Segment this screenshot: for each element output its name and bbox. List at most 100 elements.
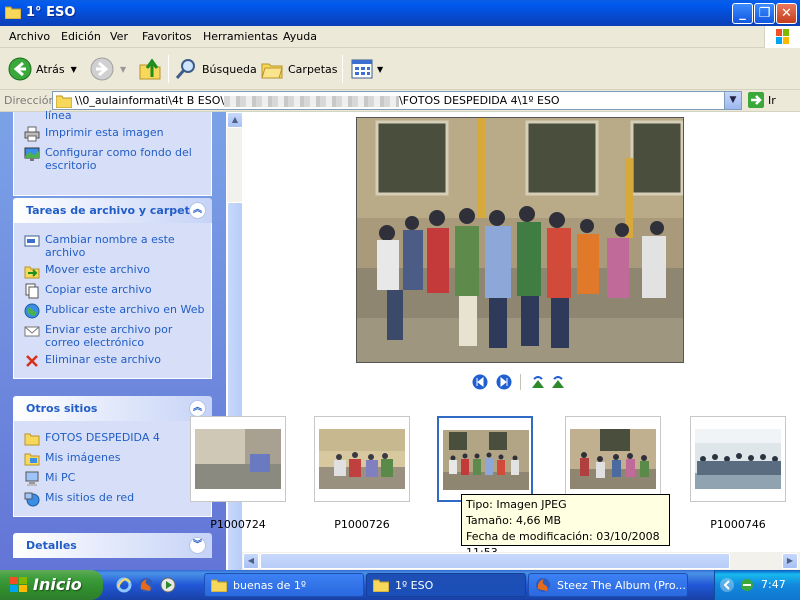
place-my-pictures[interactable]: Mis imágenes (24, 451, 205, 467)
scroll-up-icon[interactable]: ▲ (227, 112, 243, 128)
address-dropdown-icon[interactable]: ▼ (724, 92, 741, 109)
start-button[interactable]: Inicio (0, 570, 103, 600)
redacted-path (224, 95, 400, 107)
toolbar: Atrás ▼ ▼ Búsqueda Carpetas ▼ (0, 48, 800, 90)
firefox-icon[interactable] (138, 577, 154, 593)
address-path-start: \\0_aulainformati\4t B ESO\ (75, 94, 225, 107)
title-bar: 1° ESO _ ❐ ✕ (0, 0, 800, 26)
rotate-clockwise-icon[interactable] (530, 374, 546, 390)
firefox-icon (536, 578, 550, 592)
task-online-photos[interactable]: línea (24, 109, 205, 125)
place-my-computer[interactable]: Mi PC (24, 471, 205, 487)
other-places-panel: FOTOS DESPEDIDA 4 Mis imágenes Mi PC Mis… (13, 421, 212, 517)
clock[interactable]: 7:47 (761, 578, 786, 591)
media-player-icon[interactable] (160, 577, 176, 593)
scroll-left-icon[interactable]: ◀ (243, 553, 259, 569)
my-computer-icon (25, 471, 39, 486)
back-button[interactable]: Atrás ▼ (8, 54, 77, 84)
scroll-right-icon[interactable]: ▶ (782, 553, 798, 569)
details-header[interactable]: Detalles ︾ (13, 533, 212, 558)
task-delete[interactable]: Eliminar este archivo (24, 353, 205, 369)
folders-icon (261, 63, 283, 79)
folder-icon (373, 579, 389, 592)
menu-ver[interactable]: Ver (110, 30, 128, 43)
taskbar-task-firefox[interactable]: Steez The Album (Pro... (528, 573, 688, 597)
search-icon (175, 59, 195, 79)
ie-icon[interactable] (116, 577, 132, 593)
menu-herramientas[interactable]: Herramientas (203, 30, 278, 43)
task-set-wallpaper[interactable]: Configurar como fondo del escritorio (24, 146, 205, 172)
group-photo (357, 118, 683, 362)
forward-button[interactable]: ▼ (90, 54, 126, 84)
task-copy[interactable]: Copiar este archivo (24, 283, 205, 299)
desktop-background-icon (24, 147, 40, 161)
views-button[interactable]: ▼ (350, 54, 383, 84)
other-places-header[interactable]: Otros sitios ︽ (13, 396, 212, 421)
task-rename[interactable]: Cambiar nombre a este archivo (24, 233, 205, 259)
scrollbar-thumb[interactable] (227, 202, 243, 592)
place-network[interactable]: Mis sitios de red (24, 491, 205, 507)
up-folder-button[interactable] (138, 54, 162, 84)
image-tasks-panel: línea Imprimir esta imagen Configurar co… (13, 109, 212, 196)
tray-expand-icon[interactable] (719, 577, 735, 593)
forward-dropdown-icon[interactable]: ▼ (120, 65, 126, 74)
search-button[interactable]: Búsqueda (174, 54, 257, 84)
task-move[interactable]: Mover este archivo (24, 263, 205, 279)
folder-icon (211, 579, 227, 592)
thumbnail-selected[interactable] (437, 416, 533, 502)
menu-edicion[interactable]: Edición (61, 30, 101, 43)
back-dropdown-icon[interactable]: ▼ (71, 65, 77, 74)
maximize-button[interactable]: ❐ (754, 3, 775, 24)
thumbnail-label: P1000726 (334, 518, 390, 531)
task-email[interactable]: Enviar este archivo por correo electróni… (24, 323, 205, 349)
system-tray: 7:47 (714, 570, 800, 600)
next-image-icon[interactable] (496, 374, 512, 390)
address-label: Dirección (4, 94, 56, 107)
rename-icon (24, 235, 40, 247)
place-fotos-despedida[interactable]: FOTOS DESPEDIDA 4 (24, 431, 205, 447)
file-tasks-header[interactable]: Tareas de archivo y carpeta ︽ (13, 198, 212, 223)
rotate-counterclockwise-icon[interactable] (550, 374, 566, 390)
back-arrow-icon (8, 57, 32, 81)
up-folder-icon (139, 58, 161, 80)
thumbnail-p1000746[interactable] (690, 416, 786, 502)
thumbnail-p1000724[interactable] (190, 416, 286, 502)
taskbar-task-1eso[interactable]: 1º ESO (366, 573, 526, 597)
expand-chevron-icon[interactable]: ︾ (189, 537, 206, 554)
window-title: 1° ESO (26, 5, 76, 20)
previous-image-icon[interactable] (472, 374, 488, 390)
taskbar: Inicio buenas de 1º 1º ESO Steez The Alb… (0, 570, 800, 600)
taskbar-task-buenas[interactable]: buenas de 1º (204, 573, 364, 597)
tray-network-icon[interactable] (739, 577, 755, 593)
forward-arrow-icon (90, 57, 114, 81)
thumbnail-p1000726[interactable] (314, 416, 410, 502)
folder-icon (56, 95, 72, 108)
close-button[interactable]: ✕ (776, 3, 797, 24)
thumbnail-4[interactable] (565, 416, 661, 502)
go-button[interactable]: Ir (748, 92, 776, 108)
task-publish-web[interactable]: Publicar este archivo en Web (24, 303, 205, 319)
views-icon (351, 59, 373, 79)
task-print-image[interactable]: Imprimir esta imagen (24, 126, 205, 142)
address-path-end: \FOTOS DESPEDIDA 4\1º ESO (399, 94, 560, 107)
menu-favoritos[interactable]: Favoritos (142, 30, 192, 43)
email-icon (24, 326, 40, 337)
filmstrip-scrollbar[interactable]: ◀ ▶ (242, 552, 800, 570)
scrollbar-thumb[interactable] (260, 553, 730, 569)
go-arrow-icon (748, 92, 764, 108)
folders-button[interactable]: Carpetas (260, 54, 337, 84)
views-dropdown-icon: ▼ (377, 64, 384, 74)
collapse-chevron-icon[interactable]: ︽ (189, 202, 206, 219)
copy-file-icon (25, 283, 39, 299)
folder-icon (24, 433, 40, 446)
menu-ayuda[interactable]: Ayuda (283, 30, 317, 43)
network-places-icon (24, 492, 40, 507)
address-field[interactable]: \\0_aulainformati\4t B ESO\ \FOTOS DESPED… (52, 91, 742, 110)
collapse-chevron-icon[interactable]: ︽ (189, 400, 206, 417)
folder-icon (5, 6, 21, 19)
thumbnail-label: P1000724 (210, 518, 266, 531)
windows-logo-icon (10, 577, 27, 592)
minimize-button[interactable]: _ (732, 3, 753, 24)
move-file-icon (24, 266, 40, 279)
menu-archivo[interactable]: Archivo (9, 30, 50, 43)
